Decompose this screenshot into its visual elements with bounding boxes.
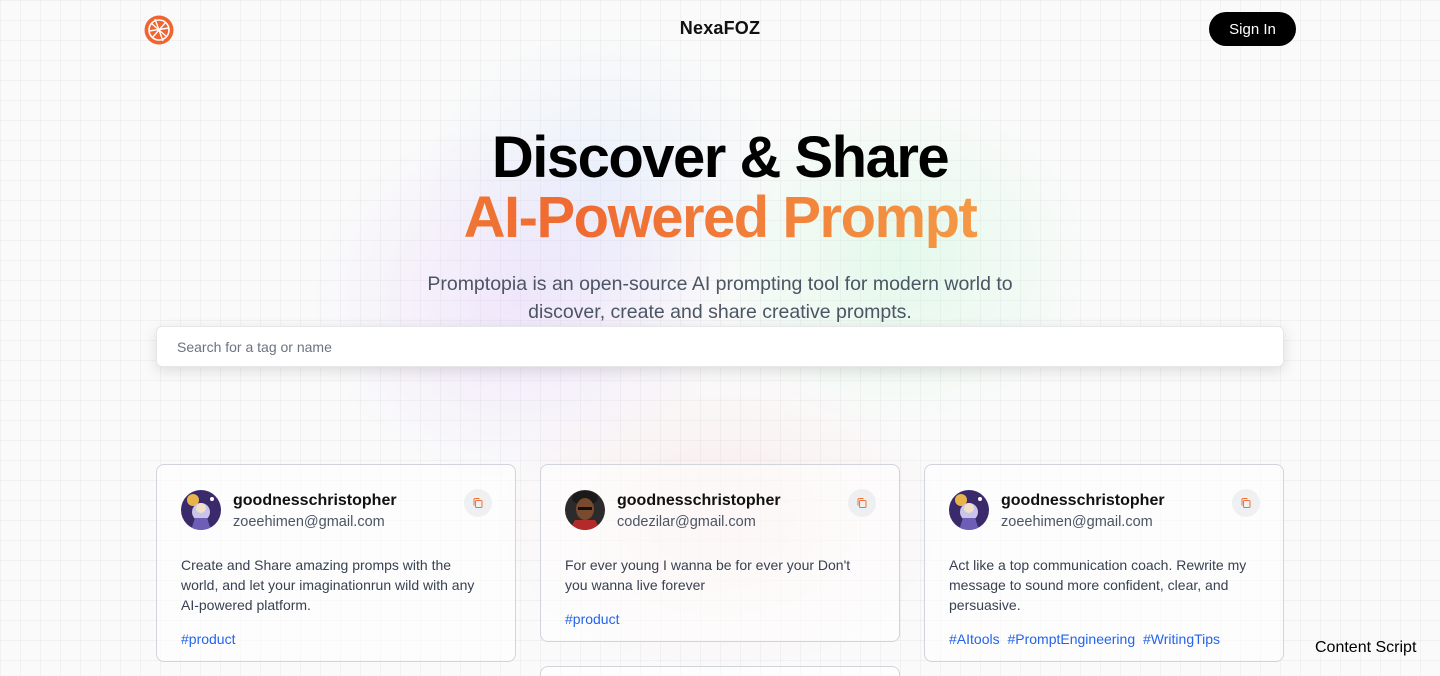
search-input[interactable]	[156, 326, 1284, 367]
copy-icon	[473, 498, 483, 508]
user-email: zoeehimen@gmail.com	[1001, 514, 1153, 530]
copy-icon	[1241, 498, 1251, 508]
prompt-card[interactable]: goodnesschristopher zoeehimen@gmail.com …	[924, 464, 1284, 662]
copy-button[interactable]	[1232, 489, 1260, 517]
tag-list: #product	[181, 631, 491, 647]
search-bar	[156, 326, 1284, 367]
username: goodnesschristopher	[1001, 492, 1165, 509]
prompt-card[interactable]: goodnesschristopher codezilar@gmail.com …	[540, 464, 900, 642]
copy-icon	[857, 498, 867, 508]
card-header: goodnesschristopher zoeehimen@gmail.com	[181, 489, 492, 532]
tag-list: #AItools #PromptEngineering #WritingTips	[949, 631, 1259, 647]
prompt-text: Act like a top communication coach. Rewr…	[949, 557, 1247, 613]
card-header: goodnesschristopher zoeehimen@gmail.com	[949, 489, 1260, 532]
content-script-label: Content Script	[1315, 639, 1417, 656]
copy-button[interactable]	[848, 489, 876, 517]
avatar[interactable]	[949, 490, 989, 530]
tag-link[interactable]: #AItools	[949, 631, 1000, 647]
tag-link[interactable]: #PromptEngineering	[1007, 631, 1135, 647]
tag-link[interactable]: #product	[181, 631, 235, 647]
top-nav: NexaFOZ Sign In	[0, 0, 1440, 58]
tag-list: #product	[565, 611, 875, 627]
username: goodnesschristopher	[233, 492, 397, 509]
avatar[interactable]	[181, 490, 221, 530]
card-header: goodnesschristopher codezilar@gmail.com	[565, 489, 876, 532]
hero-title: Discover & Share AI-Powered Prompt	[0, 128, 1440, 248]
hero-title-line2: AI-Powered Prompt	[0, 188, 1440, 248]
avatar[interactable]	[565, 490, 605, 530]
hero-description: Promptopia is an open-source AI promptin…	[427, 273, 1013, 323]
prompt-card[interactable]	[540, 666, 900, 676]
hero-title-line1: Discover & Share	[491, 125, 950, 190]
prompt-text: For ever young I wanna be for ever your …	[565, 557, 851, 593]
copy-button[interactable]	[464, 489, 492, 517]
prompt-card[interactable]: goodnesschristopher zoeehimen@gmail.com …	[156, 464, 516, 662]
user-email: zoeehimen@gmail.com	[233, 514, 385, 530]
username: goodnesschristopher	[617, 492, 781, 509]
user-email: codezilar@gmail.com	[617, 514, 756, 530]
prompt-text: Create and Share amazing promps with the…	[181, 557, 475, 613]
hero: Discover & Share AI-Powered Prompt Promp…	[0, 128, 1440, 326]
tag-link[interactable]: #WritingTips	[1143, 631, 1220, 647]
sign-in-button[interactable]: Sign In	[1209, 12, 1296, 46]
tag-link[interactable]: #product	[565, 611, 619, 627]
